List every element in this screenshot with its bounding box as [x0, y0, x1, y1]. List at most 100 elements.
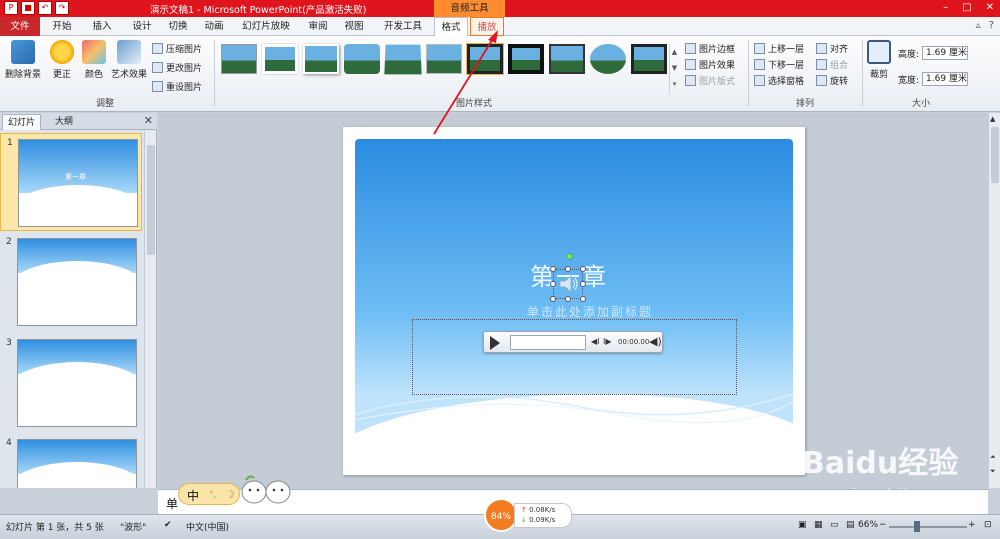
next-slide-icon[interactable]: ⏷ [990, 467, 996, 476]
slides-pane-scrollbar[interactable] [144, 131, 156, 488]
slide-sorter-icon[interactable]: ▦ [814, 520, 823, 530]
play-icon[interactable] [490, 336, 500, 350]
tab-outline[interactable]: 大纲 [50, 114, 78, 130]
zoom-level[interactable]: 66% [858, 520, 878, 530]
picture-style-thumb[interactable] [549, 44, 585, 74]
fit-to-window-icon[interactable]: ⊡ [984, 520, 992, 530]
rotate-button[interactable]: 旋转 [816, 74, 848, 87]
seek-back-icon[interactable]: ◀I [591, 337, 600, 346]
tab-playback[interactable]: 播放 [470, 17, 504, 36]
resize-handle[interactable] [550, 296, 556, 302]
playback-progress-bar[interactable] [510, 335, 586, 350]
close-pane-icon[interactable]: ✕ [144, 114, 153, 127]
resize-handle[interactable] [580, 266, 586, 272]
compress-pictures-button[interactable]: 压缩图片 [152, 42, 202, 55]
selection-pane-button[interactable]: 选择窗格 [754, 74, 804, 87]
group-button[interactable]: 组合 [816, 58, 848, 71]
remove-background-button[interactable]: 删除背景 [4, 40, 42, 80]
help-icon[interactable]: ? [989, 20, 994, 31]
rotation-handle[interactable] [566, 253, 573, 260]
resize-handle[interactable] [550, 281, 556, 287]
redo-icon[interactable]: ↷ [55, 1, 69, 15]
picture-style-thumb[interactable] [384, 44, 422, 75]
width-input[interactable]: 1.69 厘米 [922, 72, 969, 86]
tab-insert[interactable]: 插入 [84, 17, 120, 36]
artistic-effects-button[interactable]: 艺术效果 [110, 40, 148, 80]
close-icon[interactable]: ✕ [986, 2, 994, 13]
color-button[interactable]: 颜色 [80, 40, 108, 80]
picture-layout-button[interactable]: 图片版式 [685, 74, 735, 87]
height-spinner[interactable]: 高度: 1.69 厘米 [898, 46, 969, 60]
picture-style-thumb[interactable] [466, 43, 504, 75]
picture-style-thumb[interactable] [508, 44, 544, 74]
crop-button[interactable]: 裁剪 [866, 40, 892, 80]
slide-thumbnail[interactable]: 1 第一章 [0, 133, 142, 231]
resize-handle[interactable] [550, 266, 556, 272]
collapse-ribbon-icon[interactable]: ▵ [976, 20, 981, 31]
save-icon[interactable]: ■ [21, 1, 35, 15]
tab-transitions[interactable]: 切换 [160, 17, 196, 36]
network-speed-widget[interactable]: 84% ↑ 0.08K/s ↓ 0.09K/s [484, 498, 574, 534]
editor-scrollbar[interactable]: ▲ ⏶ ⏷ [988, 113, 1000, 488]
align-button[interactable]: 对齐 [816, 42, 848, 55]
current-slide[interactable]: 第一章 单击此处添加副标题 ◀I I▶ 00:00.00 ◀) [343, 127, 805, 475]
tab-home[interactable]: 开始 [44, 17, 80, 36]
zoom-in-icon[interactable]: + [968, 520, 976, 530]
ime-mode-label[interactable]: 中 [187, 487, 199, 504]
seek-forward-icon[interactable]: I▶ [603, 337, 612, 346]
reset-picture-button[interactable]: 重设图片 [152, 80, 202, 93]
resize-handle[interactable] [565, 296, 571, 302]
picture-style-thumb[interactable] [344, 44, 380, 74]
reading-view-icon[interactable]: ▭ [830, 520, 839, 530]
change-picture-button[interactable]: 更改图片 [152, 61, 202, 74]
picture-style-thumb[interactable] [590, 44, 626, 74]
gallery-scroll[interactable]: ▲ ▼ ▾ [669, 44, 679, 94]
slide-thumbnail[interactable]: 3 [0, 334, 142, 432]
prev-slide-icon[interactable]: ⏶ [990, 453, 996, 462]
normal-view-icon[interactable]: ▣ [798, 520, 807, 530]
bring-forward-button[interactable]: 上移一层 [754, 42, 804, 55]
audio-speaker-icon[interactable] [553, 269, 583, 299]
resize-handle[interactable] [565, 266, 571, 272]
ime-halfwidth-icon[interactable]: ☽ [225, 488, 235, 501]
picture-border-button[interactable]: 图片边框 [685, 42, 735, 55]
powerpoint-logo-icon[interactable]: P [4, 1, 18, 15]
zoom-slider-knob[interactable] [914, 521, 920, 532]
language-status[interactable]: 中文(中国) [186, 520, 229, 533]
tab-slideshow[interactable]: 幻灯片放映 [238, 17, 294, 36]
tab-slides[interactable]: 幻灯片 [2, 114, 42, 130]
picture-style-thumb[interactable] [303, 44, 339, 74]
slide-subtitle[interactable]: 单击此处添加副标题 [527, 303, 653, 320]
resize-handle[interactable] [580, 296, 586, 302]
spellcheck-icon[interactable]: ✔ [164, 520, 172, 530]
tab-file[interactable]: 文件 [0, 17, 40, 36]
picture-effects-button[interactable]: 图片效果 [685, 58, 735, 71]
picture-style-thumb[interactable] [262, 44, 298, 74]
slide-thumbnail[interactable]: 2 [0, 233, 142, 331]
undo-icon[interactable]: ↶ [38, 1, 52, 15]
slide-thumbnail[interactable]: 4 [0, 434, 142, 488]
corrections-button[interactable]: 更正 [48, 40, 76, 80]
maximize-icon[interactable]: □ [962, 2, 971, 13]
slideshow-view-icon[interactable]: ▤ [846, 520, 855, 530]
picture-style-thumb[interactable] [631, 44, 667, 74]
tab-format[interactable]: 格式 [434, 17, 468, 36]
zoom-out-icon[interactable]: − [879, 520, 887, 530]
height-input[interactable]: 1.69 厘米 [922, 46, 969, 60]
scroll-up-icon[interactable]: ▲ [990, 115, 995, 123]
tab-animations[interactable]: 动画 [196, 17, 232, 36]
ime-punctuation-icon[interactable]: °, [209, 490, 216, 500]
ime-toolbar[interactable]: 中 °, ☽ [178, 483, 240, 505]
width-spinner[interactable]: 宽度: 1.69 厘米 [898, 72, 969, 86]
tab-developer[interactable]: 开发工具 [378, 17, 428, 36]
zoom-slider[interactable] [889, 526, 967, 528]
tab-view[interactable]: 视图 [336, 17, 372, 36]
send-backward-button[interactable]: 下移一层 [754, 58, 804, 71]
volume-icon[interactable]: ◀) [649, 335, 662, 348]
tab-design[interactable]: 设计 [124, 17, 160, 36]
picture-style-thumb[interactable] [426, 44, 462, 74]
picture-style-thumb[interactable] [221, 44, 257, 74]
tab-review[interactable]: 审阅 [300, 17, 336, 36]
resize-handle[interactable] [580, 281, 586, 287]
minimize-icon[interactable]: – [943, 2, 948, 13]
